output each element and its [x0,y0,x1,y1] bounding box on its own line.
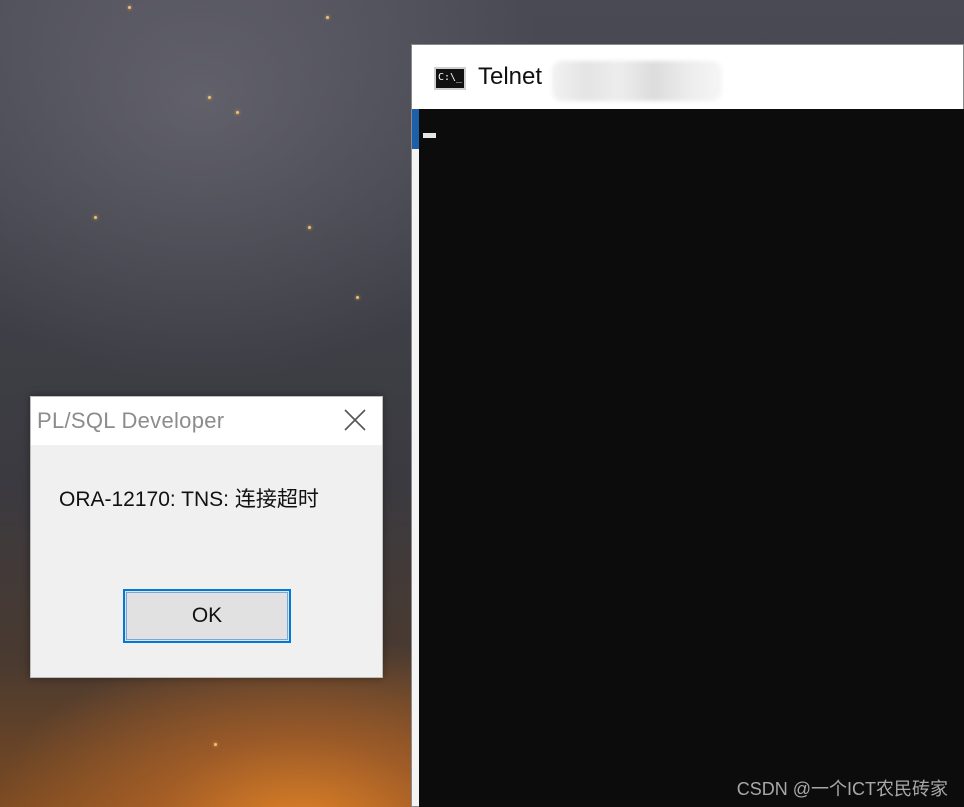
dialog-titlebar[interactable]: PL/SQL Developer [31,397,382,445]
watermark: CSDN @一个ICT农民砖家 [736,779,948,799]
taskbar-accent [412,109,419,149]
window-title: Telnet [478,63,543,90]
wallpaper-star [326,16,329,19]
wallpaper-star [208,96,211,99]
wallpaper-star [94,216,97,219]
dialog-title: PL/SQL Developer [37,408,225,433]
wallpaper-star [236,111,239,114]
wallpaper-star [214,743,217,746]
console-area[interactable] [419,109,964,807]
ok-button[interactable]: OK [123,589,291,643]
telnet-window[interactable]: C:\_ Telnet [411,44,964,807]
redacted-hostname [552,61,722,101]
telnet-titlebar[interactable]: C:\_ Telnet [412,45,963,110]
wallpaper-star [356,296,359,299]
ok-button-label: OK [191,604,223,627]
console-cursor [423,133,436,138]
window-edge-strip [412,149,419,806]
error-dialog[interactable]: PL/SQL Developer ORA-12170: TNS: 连接超时 OK [30,396,383,678]
cmd-icon: C:\_ [434,67,466,90]
error-message: ORA-12170: TNS: 连接超时 [59,488,319,511]
wallpaper-star [128,6,131,9]
close-icon[interactable] [342,407,368,433]
wallpaper-star [308,226,311,229]
